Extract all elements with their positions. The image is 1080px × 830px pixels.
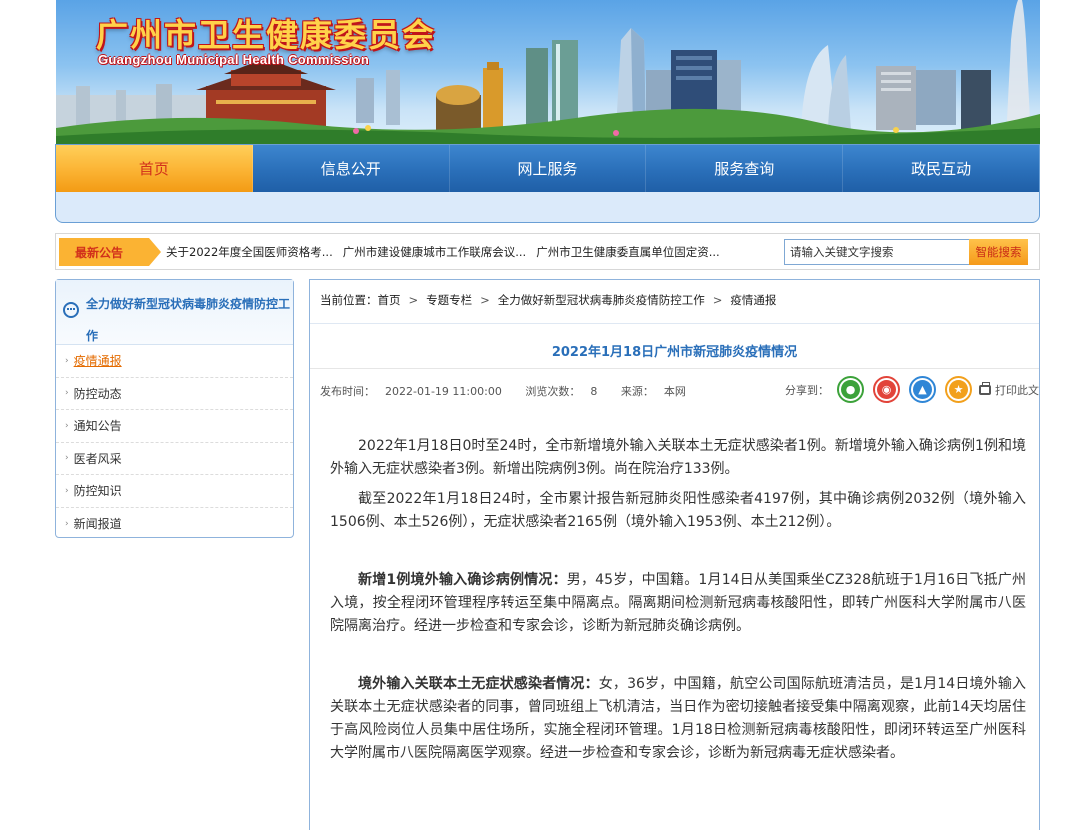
sidebar-title: 全力做好新型冠状病毒肺炎疫情防控工作 [86,297,291,343]
article-paragraph: 新增1例境外输入确诊病例情况：男，45岁，中国籍。1月14日从美国乘坐CZ328… [330,569,1026,638]
favorite-star-icon[interactable]: ★ [945,376,972,403]
article-paragraph: 境外输入关联本土无症状感染者情况：女，36岁，中国籍，航空公司国际航班清洁员，是… [330,673,1026,765]
nav-item-service-query[interactable]: 服务查询 [646,145,844,192]
header-banner: 广州市卫生健康委员会 Guangzhou Municipal Health Co… [56,0,1040,146]
chevron-right-icon: › [65,388,69,399]
notice-list: 关于2022年度全国医师资格考... 广州市建设健康城市工作联席会议... 广州… [166,234,730,269]
view-count: 浏览次数： 8 [525,385,607,398]
site-subtitle: Guangzhou Municipal Health Commission [98,52,370,67]
print-button[interactable]: 打印此文 [979,381,1039,398]
article-title: 2022年1月18日广州市新冠肺炎疫情情况 [551,345,798,360]
nav-item-home[interactable]: 首页 [56,145,253,192]
search-input[interactable] [784,239,970,265]
breadcrumb: 当前位置： 首页 > 专题专栏 > 全力做好新型冠状病毒肺炎疫情防控工作 > 疫… [320,292,776,308]
sidebar-item-notices[interactable]: › 通知公告 [56,410,293,443]
article-panel: 当前位置： 首页 > 专题专栏 > 全力做好新型冠状病毒肺炎疫情防控工作 > 疫… [309,279,1040,830]
nav-bar: 首页 信息公开 网上服务 服务查询 政民互动 [56,145,1039,192]
site-title: 广州市卫生健康委员会 [96,16,437,54]
chat-bubble-icon [63,302,79,318]
sidebar-menu: › 疫情通报 › 防控动态 › 通知公告 › 医者风采 › 防控知识 › 新闻报… [56,345,293,540]
breadcrumb-prefix: 当前位置： [320,293,378,307]
notice-item[interactable]: 关于2022年度全国医师资格考... [166,244,333,260]
notice-item[interactable]: 广州市建设健康城市工作联席会议... [343,244,526,260]
chevron-right-icon: › [65,355,69,366]
nav-item-info-disclosure[interactable]: 信息公开 [253,145,450,192]
sidebar-item-label: 防控知识 [73,484,122,499]
source-label: 来源： [620,385,654,398]
views-value: 8 [590,385,598,398]
views-label: 浏览次数： [525,385,581,398]
paragraph-heading: 新增1例境外输入确诊病例情况： [358,572,567,588]
paragraph-heading: 境外输入关联本土无症状感染者情况： [358,676,599,692]
sidebar-header: 全力做好新型冠状病毒肺炎疫情防控工作 [56,280,293,345]
divider [310,323,1039,324]
chevron-right-icon: › [65,518,69,529]
breadcrumb-separator: > [408,293,419,307]
notice-item[interactable]: 广州市卫生健康委直属单位固定资... [536,244,719,260]
divider [310,368,1039,369]
nav-item-public-interaction[interactable]: 政民互动 [843,145,1039,192]
share-label: 分享到： [785,383,829,397]
share-bar: 分享到： ● ◉ ▲ ★ 打印此文 [785,376,1039,403]
breadcrumb-topics[interactable]: 专题专栏 [426,292,472,308]
chevron-right-icon: › [65,485,69,496]
chevron-right-icon: › [65,420,69,431]
sidebar-item-label: 通知公告 [73,419,122,434]
notice-bar: 最新公告 关于2022年度全国医师资格考... 广州市建设健康城市工作联席会议.… [55,233,1040,270]
breadcrumb-outbreak-report[interactable]: 疫情通报 [730,292,776,308]
article-paragraph: 2022年1月18日0时至24时，全市新增境外输入关联本土无症状感染者1例。新增… [330,438,1026,477]
publish-time: 发布时间： 2022-01-19 11:00:00 [320,385,512,398]
nav-item-online-services[interactable]: 网上服务 [450,145,647,192]
main-navigation: 首页 信息公开 网上服务 服务查询 政民互动 [55,144,1040,223]
article-meta: 发布时间： 2022-01-19 11:00:00 浏览次数： 8 来源： 本网 [320,383,706,399]
sidebar-item-label: 医者风采 [73,451,122,466]
publish-value: 2022-01-19 11:00:00 [385,385,502,398]
publish-label: 发布时间： [320,385,375,398]
sidebar-item-label: 新闻报道 [73,517,122,532]
wechat-share-icon[interactable]: ● [837,376,864,403]
breadcrumb-home[interactable]: 首页 [378,292,401,308]
sidebar-item-prevention-knowledge[interactable]: › 防控知识 [56,475,293,508]
article-paragraph: 截至2022年1月18日24时，全市累计报告新冠肺炎阳性感染者4197例，其中确… [330,491,1026,530]
breadcrumb-separator: > [480,293,490,307]
sidebar-item-news-reports[interactable]: › 新闻报道 [56,508,293,541]
chevron-right-icon: › [65,453,69,464]
breadcrumb-covid-topic[interactable]: 全力做好新型冠状病毒肺炎疫情防控工作 [498,292,705,308]
sidebar-item-label: 疫情通报 [73,354,122,369]
qq-share-icon[interactable]: ▲ [909,376,936,403]
printer-icon [979,381,991,395]
notice-label: 最新公告 [59,238,161,266]
article-body: 2022年1月18日0时至24时，全市新增境外输入关联本土无症状感染者1例。新增… [330,435,1026,765]
smart-search-button[interactable]: 智能搜索 [969,239,1028,265]
article-source: 来源： 本网 [621,385,696,398]
sidebar-item-label: 防控动态 [73,386,122,401]
sidebar: 全力做好新型冠状病毒肺炎疫情防控工作 › 疫情通报 › 防控动态 › 通知公告 … [55,279,294,538]
source-value: 本网 [663,385,686,398]
sidebar-item-medical-staff[interactable]: › 医者风采 [56,443,293,475]
breadcrumb-separator: > [712,293,723,307]
print-label: 打印此文 [995,383,1039,397]
sidebar-item-prevention-news[interactable]: › 防控动态 [56,378,293,410]
weibo-share-icon[interactable]: ◉ [873,376,900,403]
